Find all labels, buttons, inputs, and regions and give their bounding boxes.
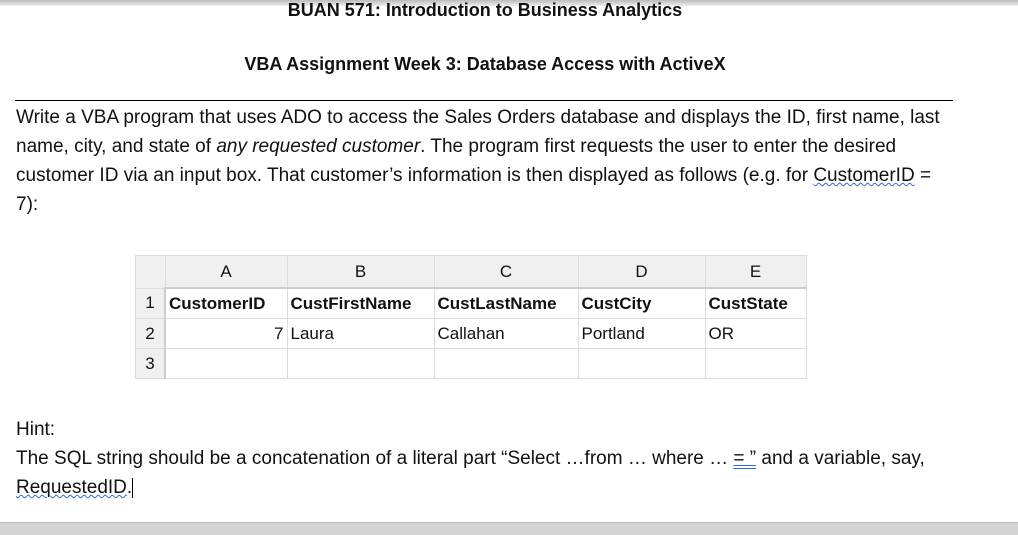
row-header: 2 — [135, 318, 166, 349]
cell: OR — [704, 318, 807, 349]
cell: Laura — [286, 318, 435, 349]
text-cursor — [132, 477, 134, 498]
course-title: BUAN 571: Introduction to Business Analy… — [287, 0, 683, 20]
text: and a variable, say, — [756, 448, 925, 469]
grammar-flag: = ” — [733, 448, 757, 469]
bottom-border — [0, 522, 1018, 535]
assignment-title: VBA Assignment Week 3: Database Access w… — [244, 54, 726, 74]
cell — [286, 348, 435, 379]
column-header: D — [577, 255, 706, 289]
cell: CustomerID — [164, 287, 288, 319]
text: The SQL string should be a concatenation… — [16, 448, 734, 469]
column-header: E — [704, 255, 807, 289]
cell: Callahan — [433, 318, 579, 349]
cell: 7 — [164, 318, 288, 349]
column-header: C — [433, 255, 579, 289]
cell: CustLastName — [433, 287, 579, 319]
spell-flag-word: CustomerID — [813, 165, 915, 186]
row-header: 1 — [135, 287, 166, 319]
emphasis: any requested customer — [216, 136, 421, 157]
divider — [15, 100, 953, 101]
cell: CustFirstName — [286, 287, 435, 319]
select-all-corner — [135, 255, 166, 289]
row-header: 3 — [135, 348, 166, 379]
cell: CustState — [704, 287, 807, 319]
cell — [433, 348, 579, 379]
cell: CustCity — [577, 287, 706, 319]
column-header: B — [286, 255, 435, 289]
column-header: A — [164, 255, 288, 289]
spell-flag-word: RequestedID — [16, 477, 127, 498]
instructions: Write a VBA program that uses ADO to acc… — [16, 103, 951, 219]
cell: Portland — [577, 318, 706, 349]
hint-label: Hint: — [16, 419, 56, 440]
spreadsheet-image: A B C D E 1 CustomerID CustFirstName Cus… — [135, 255, 807, 379]
cell — [164, 348, 288, 379]
cell — [704, 348, 807, 379]
cell — [577, 348, 706, 379]
hint: Hint: The SQL string should be a concaten… — [16, 415, 976, 502]
